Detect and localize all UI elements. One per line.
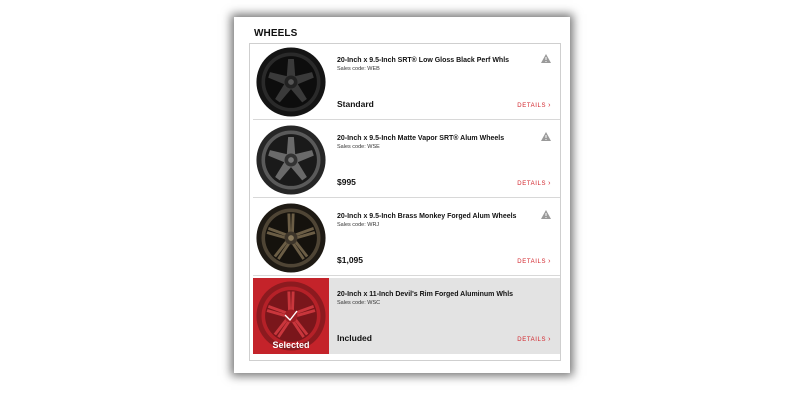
wheel-name: 20-Inch x 9.5-Inch Matte Vapor SRT® Alum… <box>337 135 505 142</box>
wheel-name: 20-Inch x 9.5-Inch SRT® Low Gloss Black … <box>337 57 510 64</box>
wheels-panel: WHEELS 20-Inch x 9.5-Inch SRT® Low Gloss… <box>234 17 570 373</box>
wheel-name: 20-Inch x 11-Inch Devil's Rim Forged Alu… <box>337 291 514 298</box>
details-link[interactable]: DETAILS › <box>517 258 551 265</box>
wheel-image <box>253 122 329 198</box>
wheel-price: $995 <box>337 177 356 187</box>
wheel-image <box>253 200 329 276</box>
checkmark-icon <box>284 310 298 322</box>
details-label: DETAILS <box>517 337 547 343</box>
wheel-option-web[interactable]: 20-Inch x 9.5-Inch SRT® Low Gloss Black … <box>253 44 560 120</box>
wheel-price: Included <box>337 333 372 343</box>
wheel-icon <box>256 125 326 195</box>
wheel-option-wsc[interactable]: Selected 20-Inch x 11-Inch Devil's Rim F… <box>253 278 560 354</box>
chevron-right-icon: › <box>548 102 551 109</box>
wheel-price: $1,095 <box>337 255 363 265</box>
warning-triangle-icon[interactable] <box>541 132 551 141</box>
section-title: WHEELS <box>254 28 298 39</box>
wheel-icon <box>256 203 326 273</box>
details-label: DETAILS <box>517 181 547 187</box>
wheel-price: Standard <box>337 99 374 109</box>
wheel-icon <box>256 47 326 117</box>
details-link[interactable]: DETAILS › <box>517 102 551 109</box>
chevron-right-icon: › <box>548 336 551 343</box>
sales-code: Sales code: WEB <box>337 66 380 72</box>
warning-triangle-icon[interactable] <box>541 210 551 219</box>
chevron-right-icon: › <box>548 258 551 265</box>
details-link[interactable]: DETAILS › <box>517 336 551 343</box>
wheel-name: 20-Inch x 9.5-Inch Brass Monkey Forged A… <box>337 213 517 220</box>
wheel-option-wse[interactable]: 20-Inch x 9.5-Inch Matte Vapor SRT® Alum… <box>253 122 560 198</box>
wheel-options-list: 20-Inch x 9.5-Inch SRT® Low Gloss Black … <box>249 43 561 361</box>
chevron-right-icon: › <box>548 180 551 187</box>
details-label: DETAILS <box>517 259 547 265</box>
warning-triangle-icon[interactable] <box>541 54 551 63</box>
sales-code: Sales code: WSE <box>337 144 380 150</box>
wheel-option-wrj[interactable]: 20-Inch x 9.5-Inch Brass Monkey Forged A… <box>253 200 560 276</box>
wheel-image <box>253 44 329 120</box>
details-link[interactable]: DETAILS › <box>517 180 551 187</box>
sales-code: Sales code: WRJ <box>337 222 380 228</box>
selected-badge: Selected <box>272 340 310 350</box>
sales-code: Sales code: WSC <box>337 300 381 306</box>
details-label: DETAILS <box>517 103 547 109</box>
